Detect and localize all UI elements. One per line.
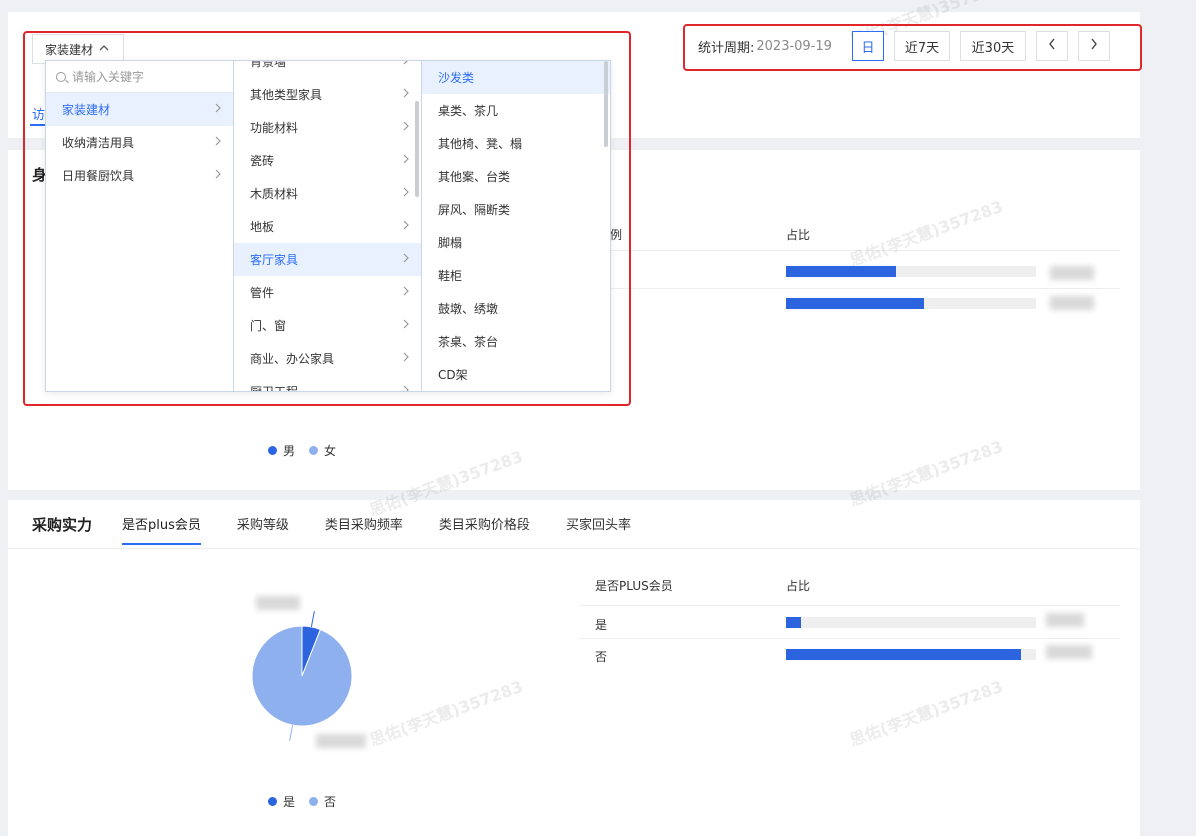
blurred-value [1046,645,1092,659]
row-divider [580,288,1120,289]
blurred-value [1050,266,1094,280]
tab-category-price[interactable]: 类目采购价格段 [439,514,530,545]
bottom-card [8,500,1140,836]
highlight-box-period [683,24,1142,71]
bar-track-yes [786,617,1036,628]
legend-dot-icon [309,446,319,455]
gender-bar-female [786,298,924,309]
tab-category-frequency[interactable]: 类目采购频率 [325,514,403,545]
pie-leader-line [289,725,294,741]
bar-yes [786,617,801,628]
ratio-header: 占比 [786,579,811,593]
gender-legend: 男 女 [268,442,350,459]
row-divider [580,250,1120,251]
legend-item-yes[interactable]: 是 [268,793,295,810]
blurred-pie-label [316,734,366,748]
tab-plus-member[interactable]: 是否plus会员 [122,514,201,545]
section-divider [8,548,1140,549]
legend-dot-icon [268,797,277,806]
bar-no [786,649,1021,660]
tab-purchase-level[interactable]: 采购等级 [237,514,289,545]
row-divider [580,638,1120,639]
ratio-header: 占比 [786,228,811,242]
gender-bar-male [786,266,896,277]
purchase-tabs: 是否plus会员 采购等级 类目采购频率 类目采购价格段 买家回头率 [122,514,667,545]
plus-pie-chart [251,611,353,741]
tab-repurchase-rate[interactable]: 买家回头率 [566,514,631,545]
purchase-title: 采购实力 [32,516,93,534]
legend-dot-icon [309,797,319,806]
highlight-box-category [23,31,631,406]
row-divider [580,605,1120,606]
blurred-pie-label [256,596,300,610]
pie-leader-line [310,611,315,627]
legend-item-female[interactable]: 女 [309,442,336,459]
blurred-value [1050,296,1094,310]
legend-item-male[interactable]: 男 [268,442,295,459]
legend-dot-icon [268,446,277,455]
row-label-yes: 是 [595,618,608,632]
plus-legend: 是 否 [268,793,350,810]
pie-slice-1[interactable] [251,625,353,727]
row-label-no: 否 [595,650,608,664]
legend-item-no[interactable]: 否 [309,793,336,810]
blurred-value [1046,613,1084,627]
plus-header: 是否PLUS会员 [595,579,673,593]
